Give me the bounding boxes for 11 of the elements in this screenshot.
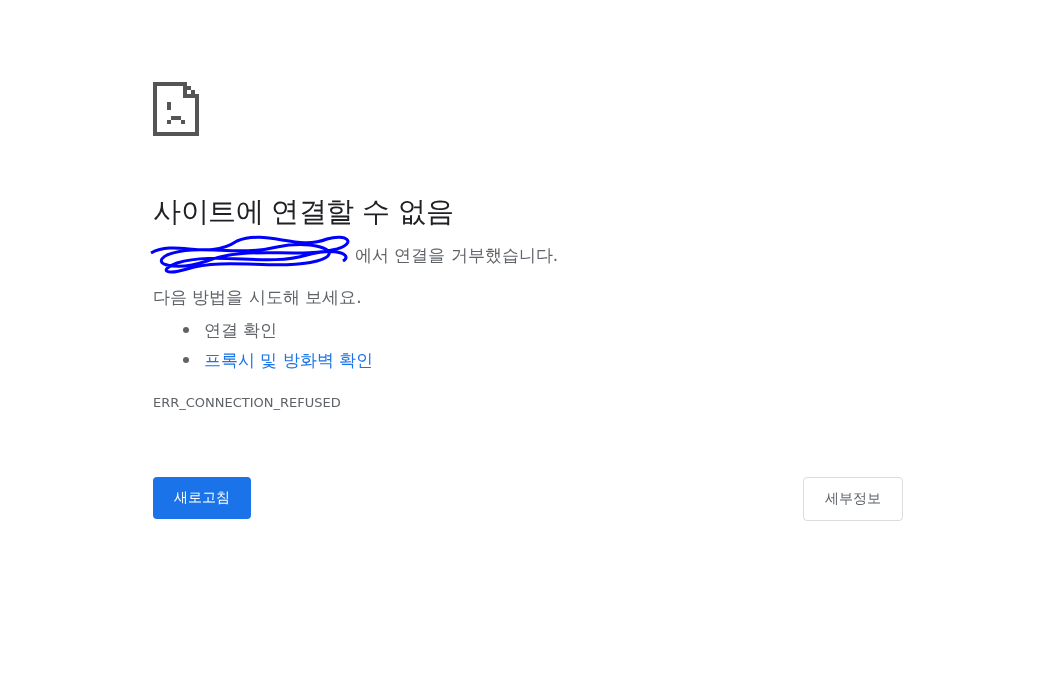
details-button[interactable]: 세부정보 <box>803 477 903 521</box>
suggestions-intro: 다음 방법을 시도해 보세요. <box>153 286 363 309</box>
reload-button[interactable]: 새로고침 <box>153 477 251 519</box>
suggestion-link[interactable]: 프록시 및 방화벽 확인 <box>204 348 374 372</box>
bullet-icon <box>183 357 189 363</box>
bullet-icon <box>183 327 189 333</box>
error-code: ERR_CONNECTION_REFUSED <box>153 395 342 410</box>
refused-message: 에서 연결을 거부했습니다. <box>355 243 559 267</box>
error-heading: 사이트에 연결할 수 없음 <box>153 194 455 230</box>
suggestion-text: 연결 확인 <box>204 318 278 342</box>
broken-page-icon <box>153 82 199 136</box>
